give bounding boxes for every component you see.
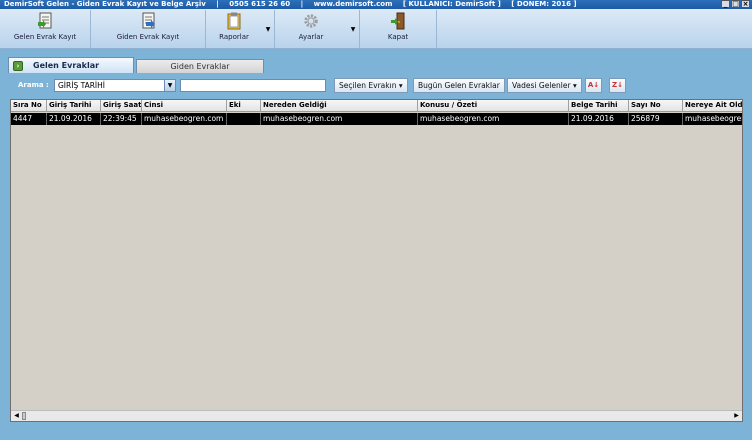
kapat-label: Kapat bbox=[387, 33, 409, 41]
exit-door-icon bbox=[390, 12, 406, 30]
close-button[interactable]: × bbox=[741, 0, 750, 8]
column-header[interactable]: Giriş Saati bbox=[101, 100, 142, 112]
cell-eki bbox=[227, 113, 261, 125]
chevron-down-icon[interactable]: ▼ bbox=[164, 80, 175, 91]
column-header[interactable]: Sıra No bbox=[11, 100, 47, 112]
user-info: [ KULLANICI: DemirSoft ] bbox=[402, 0, 501, 8]
ayarlar-label: Ayarlar bbox=[298, 33, 324, 41]
document-tabs: › Gelen Evraklar Giden Evraklar bbox=[8, 57, 264, 74]
dropdown-caret-icon: ▾ bbox=[572, 81, 577, 90]
bugun-gelen-button[interactable]: Bugün Gelen Evraklar bbox=[413, 78, 505, 93]
column-header[interactable]: Eki bbox=[227, 100, 261, 112]
tab-icon: › bbox=[13, 60, 23, 71]
column-header[interactable]: Konusu / Özeti bbox=[418, 100, 569, 112]
maximize-button[interactable]: □ bbox=[731, 0, 740, 8]
search-field-value: GİRİŞ TARİHİ bbox=[58, 81, 105, 90]
website: www.demirsoft.com bbox=[313, 0, 393, 8]
secilen-evrakin-label: Seçilen Evrakın bbox=[339, 81, 397, 90]
column-header[interactable]: Cinsi bbox=[142, 100, 227, 112]
column-header[interactable]: Nereye Ait Oldu bbox=[683, 100, 742, 112]
kapat-button[interactable]: Kapat bbox=[360, 9, 436, 49]
outgoing-document-icon bbox=[140, 12, 156, 30]
documents-grid[interactable]: Sıra No Giriş Tarihi Giriş Saati Cinsi E… bbox=[10, 99, 743, 422]
cell-cinsi: muhasebeogren.com bbox=[142, 113, 227, 125]
giden-evrak-kayit-label: Giden Evrak Kayıt bbox=[116, 33, 180, 41]
cell-giris-saati: 22:39:45 bbox=[101, 113, 142, 125]
sort-ascending-button[interactable]: A↓ bbox=[585, 78, 602, 93]
window-controls: _ □ × bbox=[721, 0, 750, 8]
cell-nereye-ait: muhasebeogren bbox=[685, 114, 743, 123]
tab-giden-label: Giden Evraklar bbox=[170, 62, 230, 71]
title-separator: | bbox=[300, 0, 304, 8]
cell-belge-tarihi: 21.09.2016 bbox=[569, 113, 629, 125]
incoming-document-icon bbox=[37, 12, 53, 30]
vadesi-gelenler-button[interactable]: Vadesi Gelenler ▾ bbox=[507, 78, 582, 93]
cell-sayi-no: 256879 bbox=[629, 113, 683, 125]
search-field-combo[interactable]: GİRİŞ TARİHİ ▼ bbox=[54, 79, 176, 92]
raporlar-label: Raporlar bbox=[219, 33, 249, 41]
search-input[interactable] bbox=[180, 79, 326, 92]
title-bar: DemirSoft Gelen - Giden Evrak Kayıt ve B… bbox=[0, 0, 752, 9]
toolbar-divider bbox=[436, 10, 437, 48]
gelen-evrak-kayit-label: Gelen Evrak Kayıt bbox=[13, 33, 77, 41]
search-bar: Arama : GİRİŞ TARİHİ ▼ Seçilen Evrakın ▾… bbox=[4, 75, 749, 97]
tab-gelen-label: Gelen Evraklar bbox=[33, 61, 100, 70]
dropdown-caret-icon: ▾ bbox=[398, 81, 403, 90]
column-header[interactable]: Belge Tarihi bbox=[569, 100, 629, 112]
column-header[interactable]: Giriş Tarihi bbox=[47, 100, 101, 112]
minimize-button[interactable]: _ bbox=[721, 0, 730, 8]
raporlar-button[interactable]: Raporlar bbox=[206, 9, 262, 49]
grid-header: Sıra No Giriş Tarihi Giriş Saati Cinsi E… bbox=[11, 100, 742, 112]
gelen-evrak-kayit-button[interactable]: Gelen Evrak Kayıt bbox=[0, 9, 90, 49]
ayarlar-dropdown-arrow[interactable]: ▼ bbox=[347, 9, 359, 49]
ayarlar-button[interactable]: Ayarlar bbox=[275, 9, 347, 49]
cell-nereden-geldigi: muhasebeogren.com bbox=[261, 113, 418, 125]
main-panel: › Gelen Evraklar Giden Evraklar Arama : … bbox=[4, 53, 749, 434]
cell-giris-tarihi: 21.09.2016 bbox=[47, 113, 101, 125]
main-toolbar: Gelen Evrak Kayıt Giden Evrak Kayıt Rapo… bbox=[0, 9, 752, 49]
column-header[interactable]: Nereden Geldiği bbox=[261, 100, 418, 112]
giden-evrak-kayit-button[interactable]: Giden Evrak Kayıt bbox=[91, 9, 205, 49]
sort-descending-button[interactable]: Z↓ bbox=[609, 78, 626, 93]
period-info: [ DÖNEM: 2016 ] bbox=[511, 0, 577, 8]
app-title: DemirSoft Gelen - Giden Evrak Kayıt ve B… bbox=[4, 0, 206, 8]
scroll-thumb[interactable] bbox=[22, 412, 26, 420]
raporlar-dropdown-arrow[interactable]: ▼ bbox=[262, 9, 274, 49]
column-header[interactable]: Sayı No bbox=[629, 100, 683, 112]
scroll-left-icon[interactable]: ◀ bbox=[11, 411, 22, 421]
title-separator: | bbox=[216, 0, 219, 8]
table-row[interactable]: 4447 21.09.2016 22:39:45 muhasebeogren.c… bbox=[11, 113, 743, 125]
cell-konusu: muhasebeogren.com bbox=[418, 113, 569, 125]
vadesi-gelenler-label: Vadesi Gelenler bbox=[512, 81, 571, 90]
horizontal-scrollbar[interactable]: ◀ ▶ bbox=[11, 410, 742, 421]
scroll-right-icon[interactable]: ▶ bbox=[731, 411, 742, 421]
tab-giden-evraklar[interactable]: Giden Evraklar bbox=[136, 59, 264, 73]
cell-sira-no: 4447 bbox=[11, 113, 47, 125]
clipboard-icon bbox=[226, 12, 242, 30]
secilen-evrakin-button[interactable]: Seçilen Evrakın ▾ bbox=[334, 78, 408, 93]
gear-icon bbox=[303, 12, 319, 30]
tab-gelen-evraklar[interactable]: › Gelen Evraklar bbox=[8, 57, 134, 73]
search-label: Arama : bbox=[18, 81, 49, 89]
phone-number: 0505 615 26 60 bbox=[229, 0, 291, 8]
